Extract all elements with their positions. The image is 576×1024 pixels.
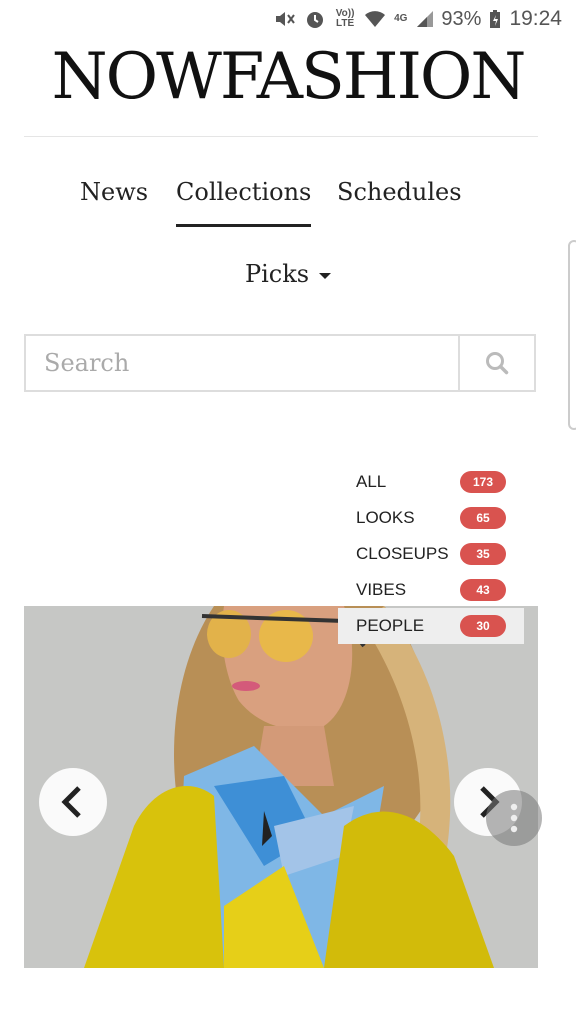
filter-label: PEOPLE — [356, 616, 425, 635]
clock: 19:24 — [509, 7, 562, 30]
status-bar: Vo)) LTE 4G 93% 19:24 — [0, 0, 576, 38]
gallery-image[interactable] — [24, 606, 538, 968]
search-input[interactable] — [26, 336, 458, 390]
tab-news[interactable]: News — [80, 168, 148, 224]
filter-label: ALL — [356, 472, 387, 491]
filter-closeups[interactable]: CLOSEUPS 35 — [338, 536, 524, 572]
search-icon — [486, 352, 509, 375]
alarm-icon — [304, 8, 326, 30]
battery-icon — [489, 9, 501, 29]
volte-indicator: Vo)) LTE — [335, 8, 355, 29]
picks-dropdown[interactable]: Picks — [0, 260, 576, 288]
count-badge: 43 — [460, 579, 506, 601]
signal-icon — [415, 9, 435, 29]
network-type: 4G — [394, 13, 408, 24]
filter-label: LOOKS — [356, 508, 415, 527]
count-badge: 173 — [460, 471, 506, 493]
main-tabs: News Collections Schedules — [0, 168, 576, 228]
side-scroll-handle[interactable] — [568, 240, 576, 430]
tab-schedules[interactable]: Schedules — [337, 168, 462, 224]
category-filter-menu: ALL 173 LOOKS 65 CLOSEUPS 35 VIBES 43 PE… — [338, 464, 524, 644]
search-bar — [24, 334, 536, 392]
mute-icon — [274, 9, 296, 29]
filter-all[interactable]: ALL 173 — [338, 464, 524, 500]
site-logo[interactable]: NOWFASHION — [0, 38, 576, 116]
search-button[interactable] — [458, 336, 534, 390]
battery-percent: 93% — [441, 7, 482, 30]
filter-vibes[interactable]: VIBES 43 — [338, 572, 524, 608]
wifi-icon — [364, 9, 386, 29]
more-vert-icon — [510, 803, 518, 833]
count-badge: 65 — [460, 507, 506, 529]
chevron-left-icon — [61, 786, 81, 818]
more-options-button[interactable] — [486, 790, 542, 846]
filter-people[interactable]: PEOPLE 30 — [338, 608, 524, 644]
tab-collections[interactable]: Collections — [176, 168, 312, 227]
header-divider — [24, 136, 538, 137]
caret-down-icon — [319, 272, 332, 279]
filter-label: CLOSEUPS — [356, 544, 449, 563]
count-badge: 35 — [460, 543, 506, 565]
filter-label: VIBES — [356, 580, 407, 599]
picks-label: Picks — [244, 260, 310, 288]
prev-image-button[interactable] — [39, 768, 107, 836]
count-badge: 30 — [460, 615, 506, 637]
filter-looks[interactable]: LOOKS 65 — [338, 500, 524, 536]
